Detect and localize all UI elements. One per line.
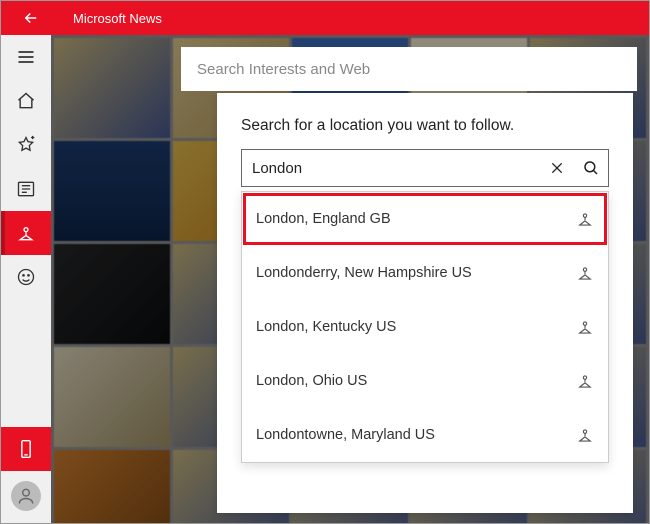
map-pin-icon <box>16 223 36 243</box>
global-search-input[interactable] <box>197 61 621 78</box>
suggestion-item[interactable]: Londontowne, Maryland US <box>242 408 608 462</box>
sidebar-item-device[interactable] <box>1 427 51 471</box>
home-icon <box>16 91 36 111</box>
back-button[interactable] <box>15 2 47 34</box>
location-search-box <box>241 149 609 187</box>
star-plus-icon <box>16 135 36 155</box>
suggestion-item[interactable]: London, England GB <box>242 192 608 246</box>
panel-heading: Search for a location you want to follow… <box>241 117 609 135</box>
location-pin-icon <box>576 372 594 390</box>
suggestion-label: London, England GB <box>256 211 391 227</box>
sidebar-item-local[interactable] <box>1 211 51 255</box>
sidebar-item-reactions[interactable] <box>1 255 51 299</box>
suggestion-item[interactable]: London, Kentucky US <box>242 300 608 354</box>
account-avatar[interactable] <box>11 481 41 511</box>
global-search-bar[interactable] <box>181 47 637 91</box>
location-pin-icon <box>576 210 594 228</box>
search-button[interactable] <box>574 150 608 186</box>
sidebar-item-menu[interactable] <box>1 35 51 79</box>
suggestion-item[interactable]: Londonderry, New Hampshire US <box>242 246 608 300</box>
sidebar-item-interests[interactable] <box>1 123 51 167</box>
content-area: Search for a location you want to follow… <box>51 35 649 523</box>
suggestion-label: Londontowne, Maryland US <box>256 427 435 443</box>
location-search-input[interactable] <box>242 160 540 177</box>
location-pin-icon <box>576 318 594 336</box>
titlebar: Microsoft News <box>1 1 649 35</box>
location-suggestions: London, England GB Londonderry, New Hamp… <box>241 191 609 463</box>
sidebar-item-news[interactable] <box>1 167 51 211</box>
smiley-icon <box>16 267 36 287</box>
hamburger-icon <box>16 47 36 67</box>
suggestion-label: London, Ohio US <box>256 373 367 389</box>
back-arrow-icon <box>22 9 40 27</box>
suggestion-label: London, Kentucky US <box>256 319 396 335</box>
location-follow-panel: Search for a location you want to follow… <box>217 93 633 513</box>
suggestion-label: Londonderry, New Hampshire US <box>256 265 472 281</box>
sidebar-item-home[interactable] <box>1 79 51 123</box>
app-title: Microsoft News <box>73 11 162 26</box>
news-icon <box>16 179 36 199</box>
sidebar <box>1 35 51 523</box>
suggestion-item[interactable]: London, Ohio US <box>242 354 608 408</box>
phone-icon <box>16 439 36 459</box>
close-icon <box>549 160 565 176</box>
location-pin-icon <box>576 426 594 444</box>
location-pin-icon <box>576 264 594 282</box>
clear-button[interactable] <box>540 150 574 186</box>
person-icon <box>16 486 36 506</box>
search-icon <box>582 159 600 177</box>
